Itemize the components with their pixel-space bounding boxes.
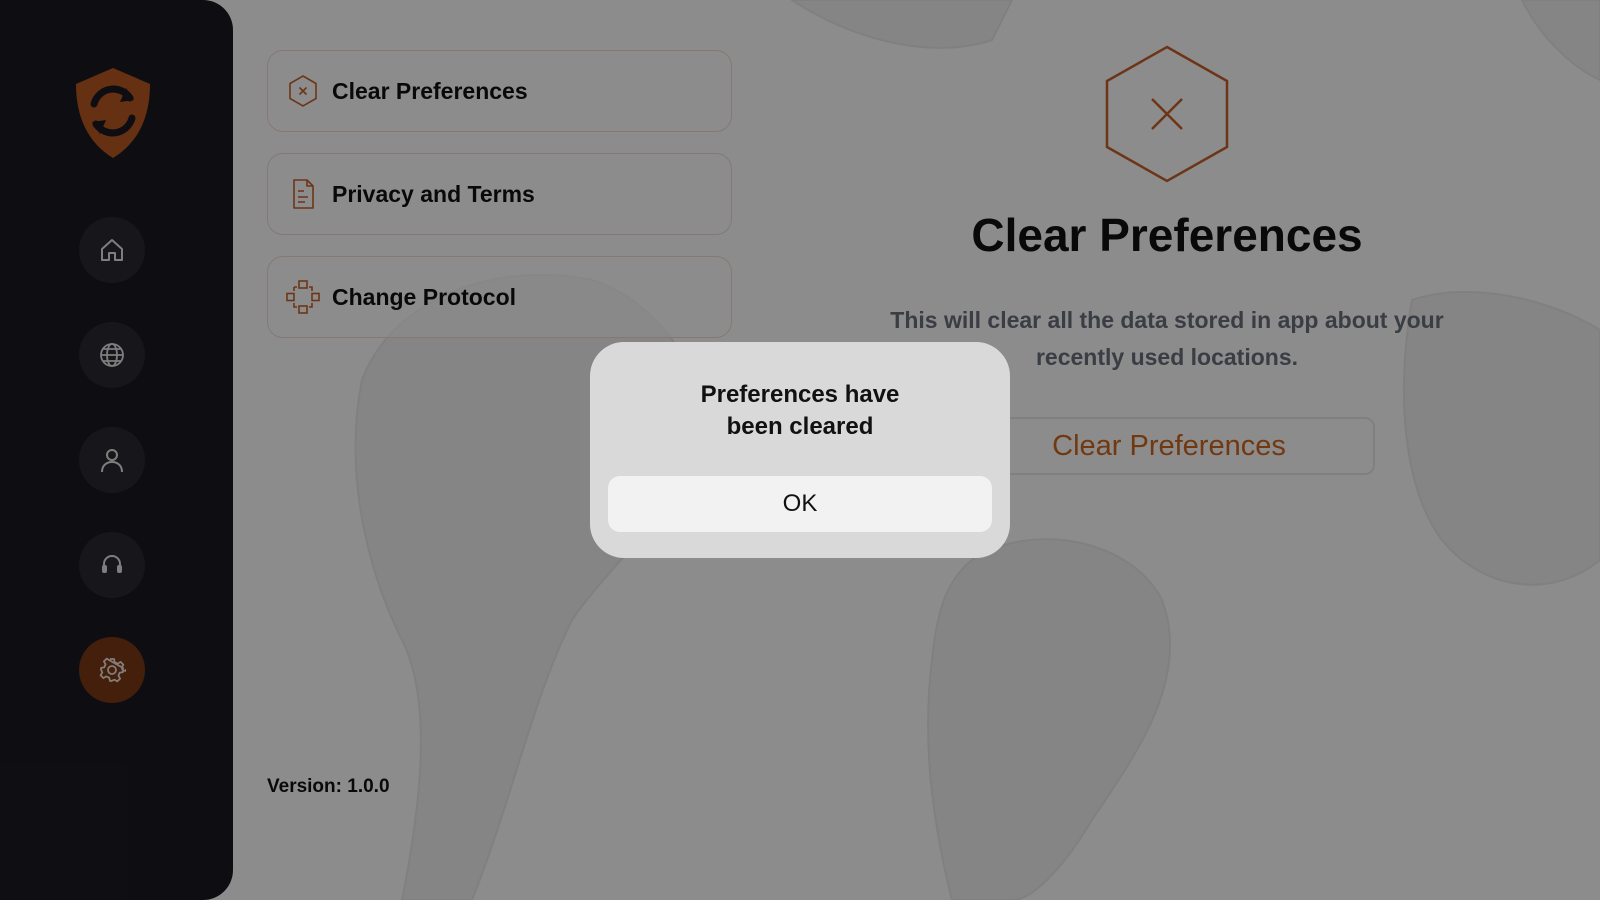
alert-dialog: Preferences have been cleared OK [590,342,1010,558]
alert-title: Preferences have been cleared [700,381,900,440]
ok-button[interactable]: OK [608,476,992,532]
app-window: Clear Preferences Privacy and Terms Chan… [0,0,1600,900]
